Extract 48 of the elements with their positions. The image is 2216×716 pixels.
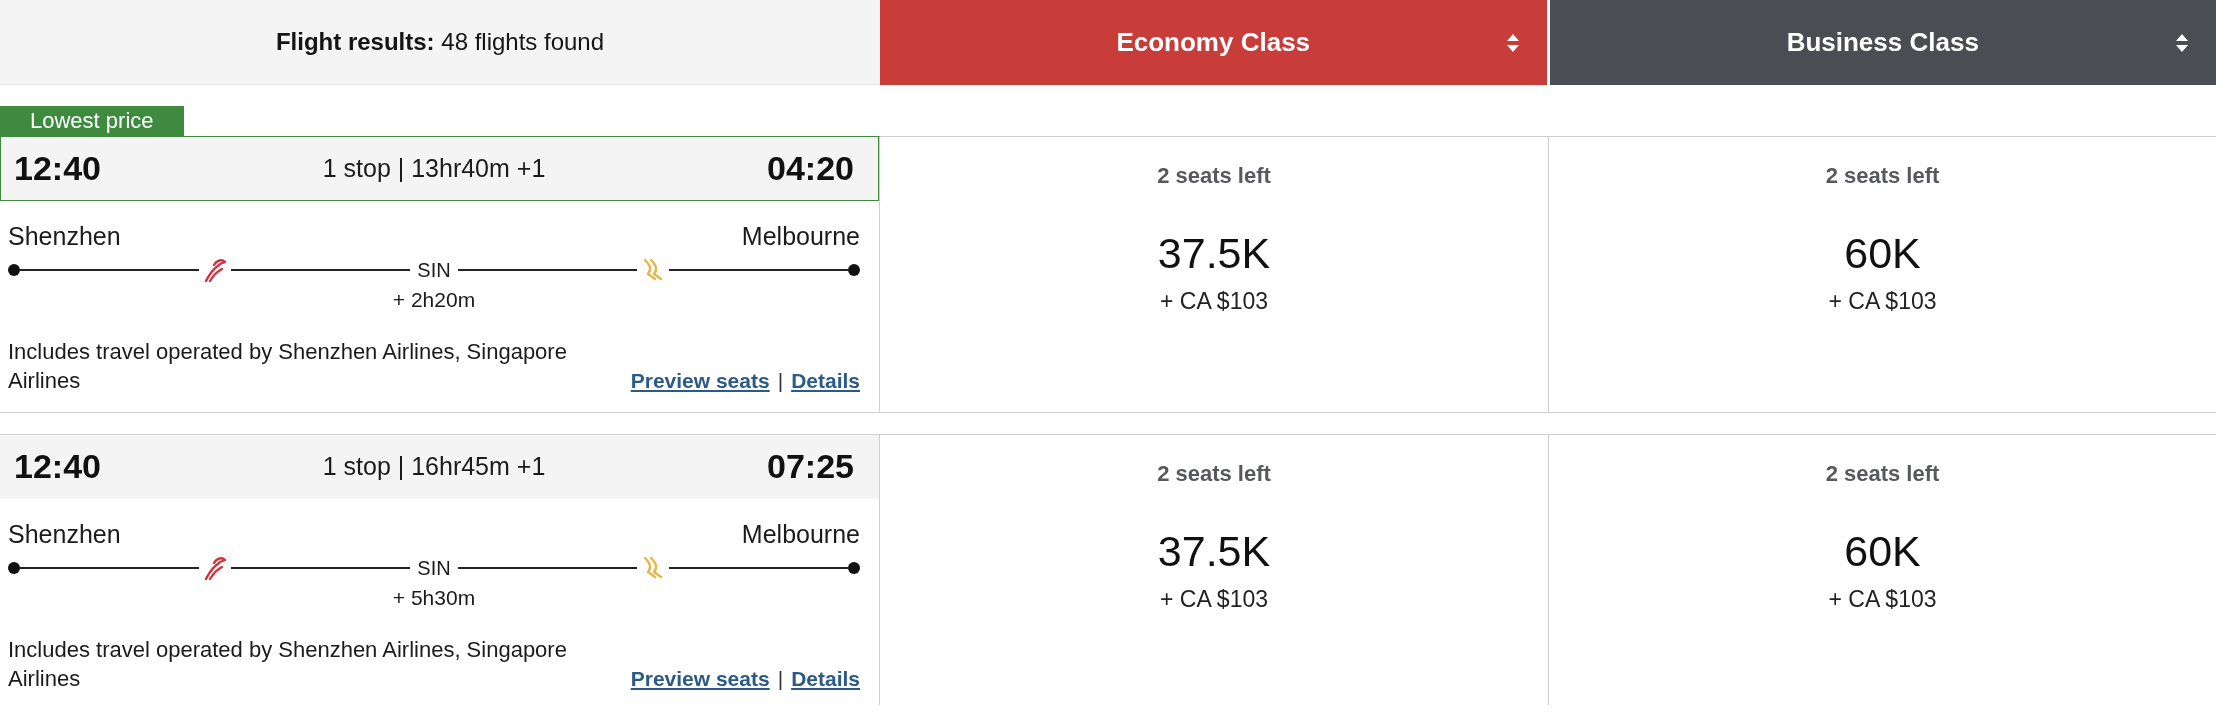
operators-note: Includes travel operated by Shenzhen Airlines, Singapore Airlines xyxy=(8,338,568,395)
bird-icon xyxy=(203,556,228,580)
bird-icon xyxy=(203,258,228,282)
stop-airport-code: SIN xyxy=(416,556,452,580)
fare-cell[interactable]: 2 seats left 60K + CA $103 xyxy=(1548,434,2216,705)
lowest-price-badge: Lowest price xyxy=(0,106,184,136)
arrival-time: 04:20 xyxy=(767,149,854,188)
fare-cell[interactable]: 2 seats left 60K + CA $103 xyxy=(1548,136,2216,412)
route-endpoint-icon xyxy=(848,264,861,276)
route-endpoint-icon xyxy=(848,562,861,574)
flight-summary: 1 stop | 13hr40m +1 xyxy=(322,154,546,183)
points-price: 37.5K xyxy=(1157,229,1271,277)
points-price: 60K xyxy=(1844,229,1921,277)
points-price: 60K xyxy=(1844,527,1921,575)
details-link[interactable]: Details xyxy=(791,366,860,395)
destination-city: Melbourne xyxy=(741,223,860,249)
cash-price: + CA $103 xyxy=(1159,585,1269,613)
points-price: 37.5K xyxy=(1157,527,1271,575)
seats-left: 2 seats left xyxy=(1157,164,1271,188)
link-separator: | xyxy=(777,368,784,394)
results-summary: Flight results: 48 flights found xyxy=(275,28,605,56)
layover-duration: + 5h30m xyxy=(392,586,476,609)
link-separator: | xyxy=(777,666,784,692)
origin-city: Shenzhen xyxy=(8,223,121,249)
seats-left: 2 seats left xyxy=(1825,164,1940,188)
operators-note: Includes travel operated by Shenzhen Airlines, Singapore Airlines xyxy=(8,636,568,693)
seats-left: 2 seats left xyxy=(1825,462,1940,486)
layover-duration: + 2h20m xyxy=(392,288,476,311)
seats-left: 2 seats left xyxy=(1157,462,1271,486)
arrival-time: 07:25 xyxy=(767,447,854,486)
preview-seats-link[interactable]: Preview seats xyxy=(630,366,770,395)
flight-summary: 1 stop | 16hr45m +1 xyxy=(322,452,546,481)
fare-cell[interactable]: 2 seats left 37.5K + CA $103 xyxy=(880,136,1548,412)
departure-time: 12:40 xyxy=(14,149,101,188)
origin-city: Shenzhen xyxy=(8,521,121,547)
details-link[interactable]: Details xyxy=(791,664,860,693)
departure-time: 12:40 xyxy=(14,447,101,486)
cash-price: + CA $103 xyxy=(1828,287,1937,315)
route-endpoint-icon xyxy=(8,562,20,574)
route-endpoint-icon xyxy=(8,264,20,276)
stop-airport-code: SIN xyxy=(416,258,452,282)
fare-cell[interactable]: 2 seats left 37.5K + CA $103 xyxy=(880,434,1548,705)
cabin-class-tab[interactable]: Economy Class xyxy=(880,0,1547,85)
preview-seats-link[interactable]: Preview seats xyxy=(630,664,770,693)
cabin-class-tab[interactable]: Business Class xyxy=(1549,0,2216,85)
cash-price: + CA $103 xyxy=(1828,585,1937,613)
destination-city: Melbourne xyxy=(741,521,860,547)
cash-price: + CA $103 xyxy=(1159,287,1269,315)
